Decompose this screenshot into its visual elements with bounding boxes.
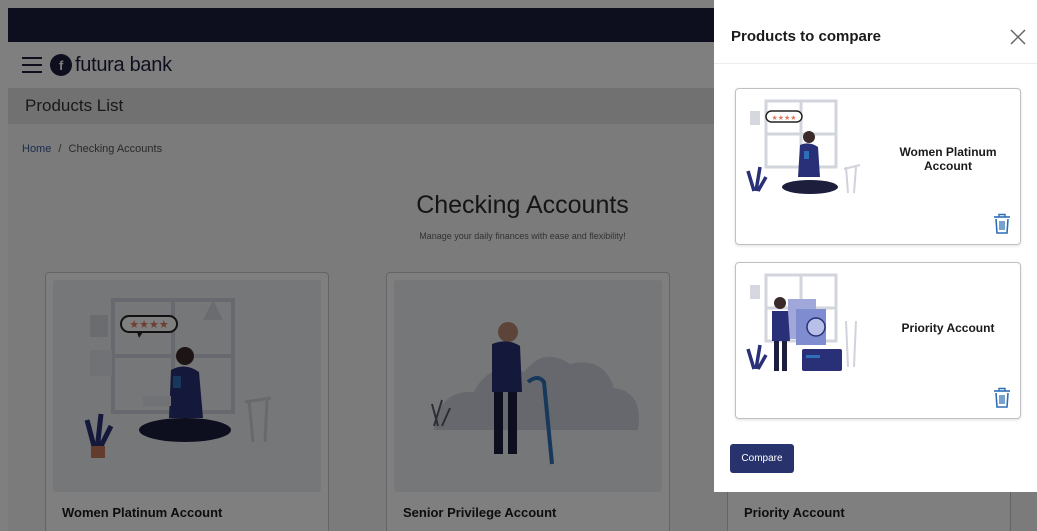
man-documents-thumbnail xyxy=(746,273,857,371)
compare-panel-header: Products to compare xyxy=(714,0,1037,64)
trash-icon[interactable] xyxy=(992,387,1012,409)
app-window: f futura bank Products List Home / Check… xyxy=(0,0,1037,531)
compare-item-priority: Priority Account xyxy=(735,262,1021,419)
compare-item-women-platinum: ★★★★ Women Platinum Account xyxy=(735,88,1021,245)
compare-panel: Products to compare ★★★★ Women Platinum … xyxy=(714,0,1037,492)
svg-text:★★★★: ★★★★ xyxy=(771,114,796,122)
modal-backdrop[interactable] xyxy=(0,0,714,531)
woman-phone-thumbnail: ★★★★ xyxy=(746,99,861,194)
compare-item-name: Priority Account xyxy=(901,321,995,335)
trash-icon[interactable] xyxy=(992,213,1012,235)
compare-item-name: Women Platinum Account xyxy=(899,145,997,173)
compare-button[interactable]: Compare xyxy=(730,444,794,473)
close-icon[interactable] xyxy=(1009,28,1027,46)
compare-panel-title: Products to compare xyxy=(731,28,882,45)
